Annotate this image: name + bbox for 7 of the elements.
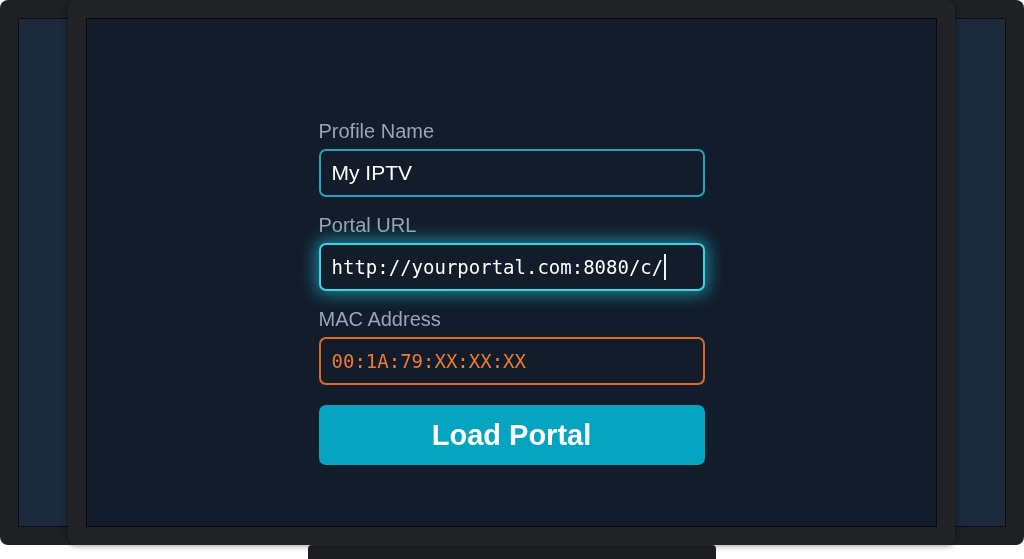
input-field[interactable]: 00:1A:79:XX:XX:XX xyxy=(318,337,705,385)
text-caret xyxy=(664,254,667,280)
field-label: MAC Address xyxy=(318,307,442,331)
field-label: Portal URL xyxy=(318,213,418,237)
input-field[interactable]: My IPTV xyxy=(318,149,705,197)
field-label: Profile Name xyxy=(318,119,436,143)
input-field[interactable]: http://yourportal.com:8080/c/ xyxy=(318,243,705,291)
